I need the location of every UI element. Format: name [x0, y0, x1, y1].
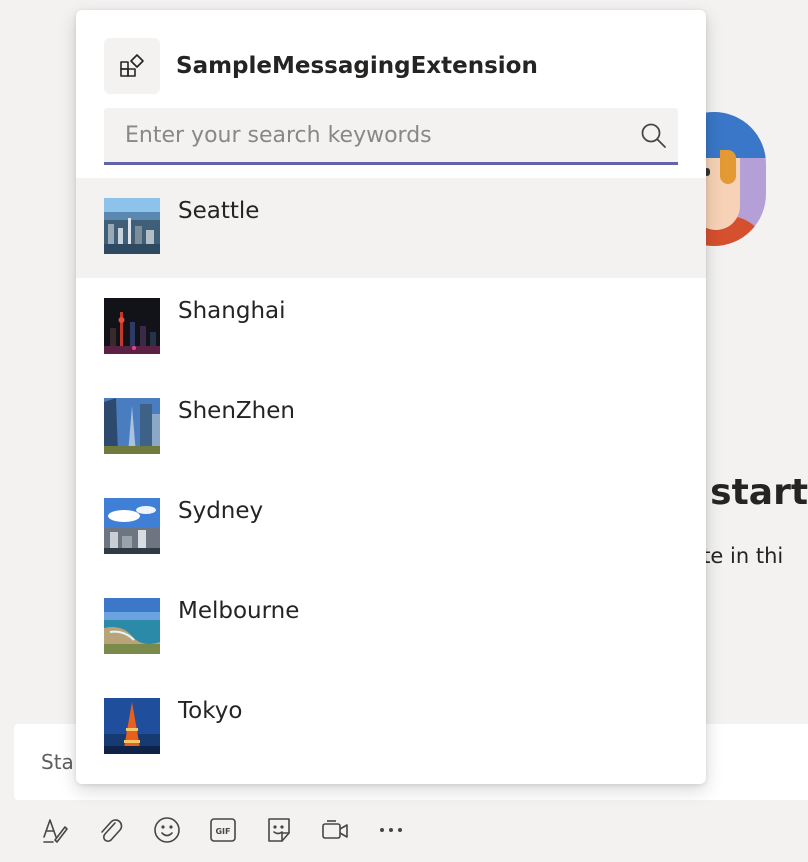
attach-icon [101, 819, 123, 843]
night-city-photo [104, 298, 160, 354]
result-label: Seattle [178, 198, 260, 224]
format-icon [43, 819, 68, 843]
extension-name: SampleMessagingExtension [176, 53, 538, 79]
search-box[interactable] [104, 108, 678, 165]
result-item-melbourne[interactable]: Melbourne [76, 578, 706, 678]
sticker-icon [268, 818, 290, 842]
sticker-button[interactable] [262, 813, 296, 847]
result-item-sydney[interactable]: Sydney [76, 478, 706, 578]
tokyo-tower-photo [104, 698, 160, 754]
gif-icon: GIF [210, 818, 236, 842]
coastline-photo [104, 598, 160, 654]
result-label: Melbourne [178, 598, 300, 624]
gif-button[interactable]: GIF [206, 813, 240, 847]
extension-icon-tile [104, 38, 160, 94]
result-item-tokyo[interactable]: Tokyo [76, 678, 706, 778]
result-item-seattle[interactable]: Seattle [76, 178, 706, 278]
harbour-city-photo [104, 498, 160, 554]
result-label: ShenZhen [178, 398, 295, 424]
more-options-icon [380, 828, 402, 832]
emoji-button[interactable] [150, 813, 184, 847]
attach-button[interactable] [94, 813, 128, 847]
svg-text:GIF: GIF [215, 827, 230, 836]
emoji-icon [154, 817, 180, 843]
city-skyline-photo [104, 198, 160, 254]
apps-icon [120, 54, 144, 77]
search-results-list: Seattle Shanghai ShenZhen Sydney Melbour… [76, 178, 706, 778]
compose-toolbar: GIF [38, 812, 408, 848]
meet-now-icon [322, 820, 348, 839]
format-button[interactable] [38, 813, 72, 847]
result-label: Shanghai [178, 298, 286, 324]
result-item-shenzhen[interactable]: ShenZhen [76, 378, 706, 478]
extension-header: SampleMessagingExtension [104, 38, 538, 94]
result-label: Tokyo [178, 698, 243, 724]
result-item-shanghai[interactable]: Shanghai [76, 278, 706, 378]
towers-photo [104, 398, 160, 454]
meet-now-button[interactable] [318, 813, 352, 847]
messaging-extension-popup: SampleMessagingExtension Enter your sear… [76, 10, 706, 784]
compose-placeholder: Sta [41, 750, 74, 774]
more-options-button[interactable] [374, 813, 408, 847]
search-icon[interactable] [640, 122, 668, 150]
search-input[interactable] [104, 108, 624, 162]
result-label: Sydney [178, 498, 264, 524]
